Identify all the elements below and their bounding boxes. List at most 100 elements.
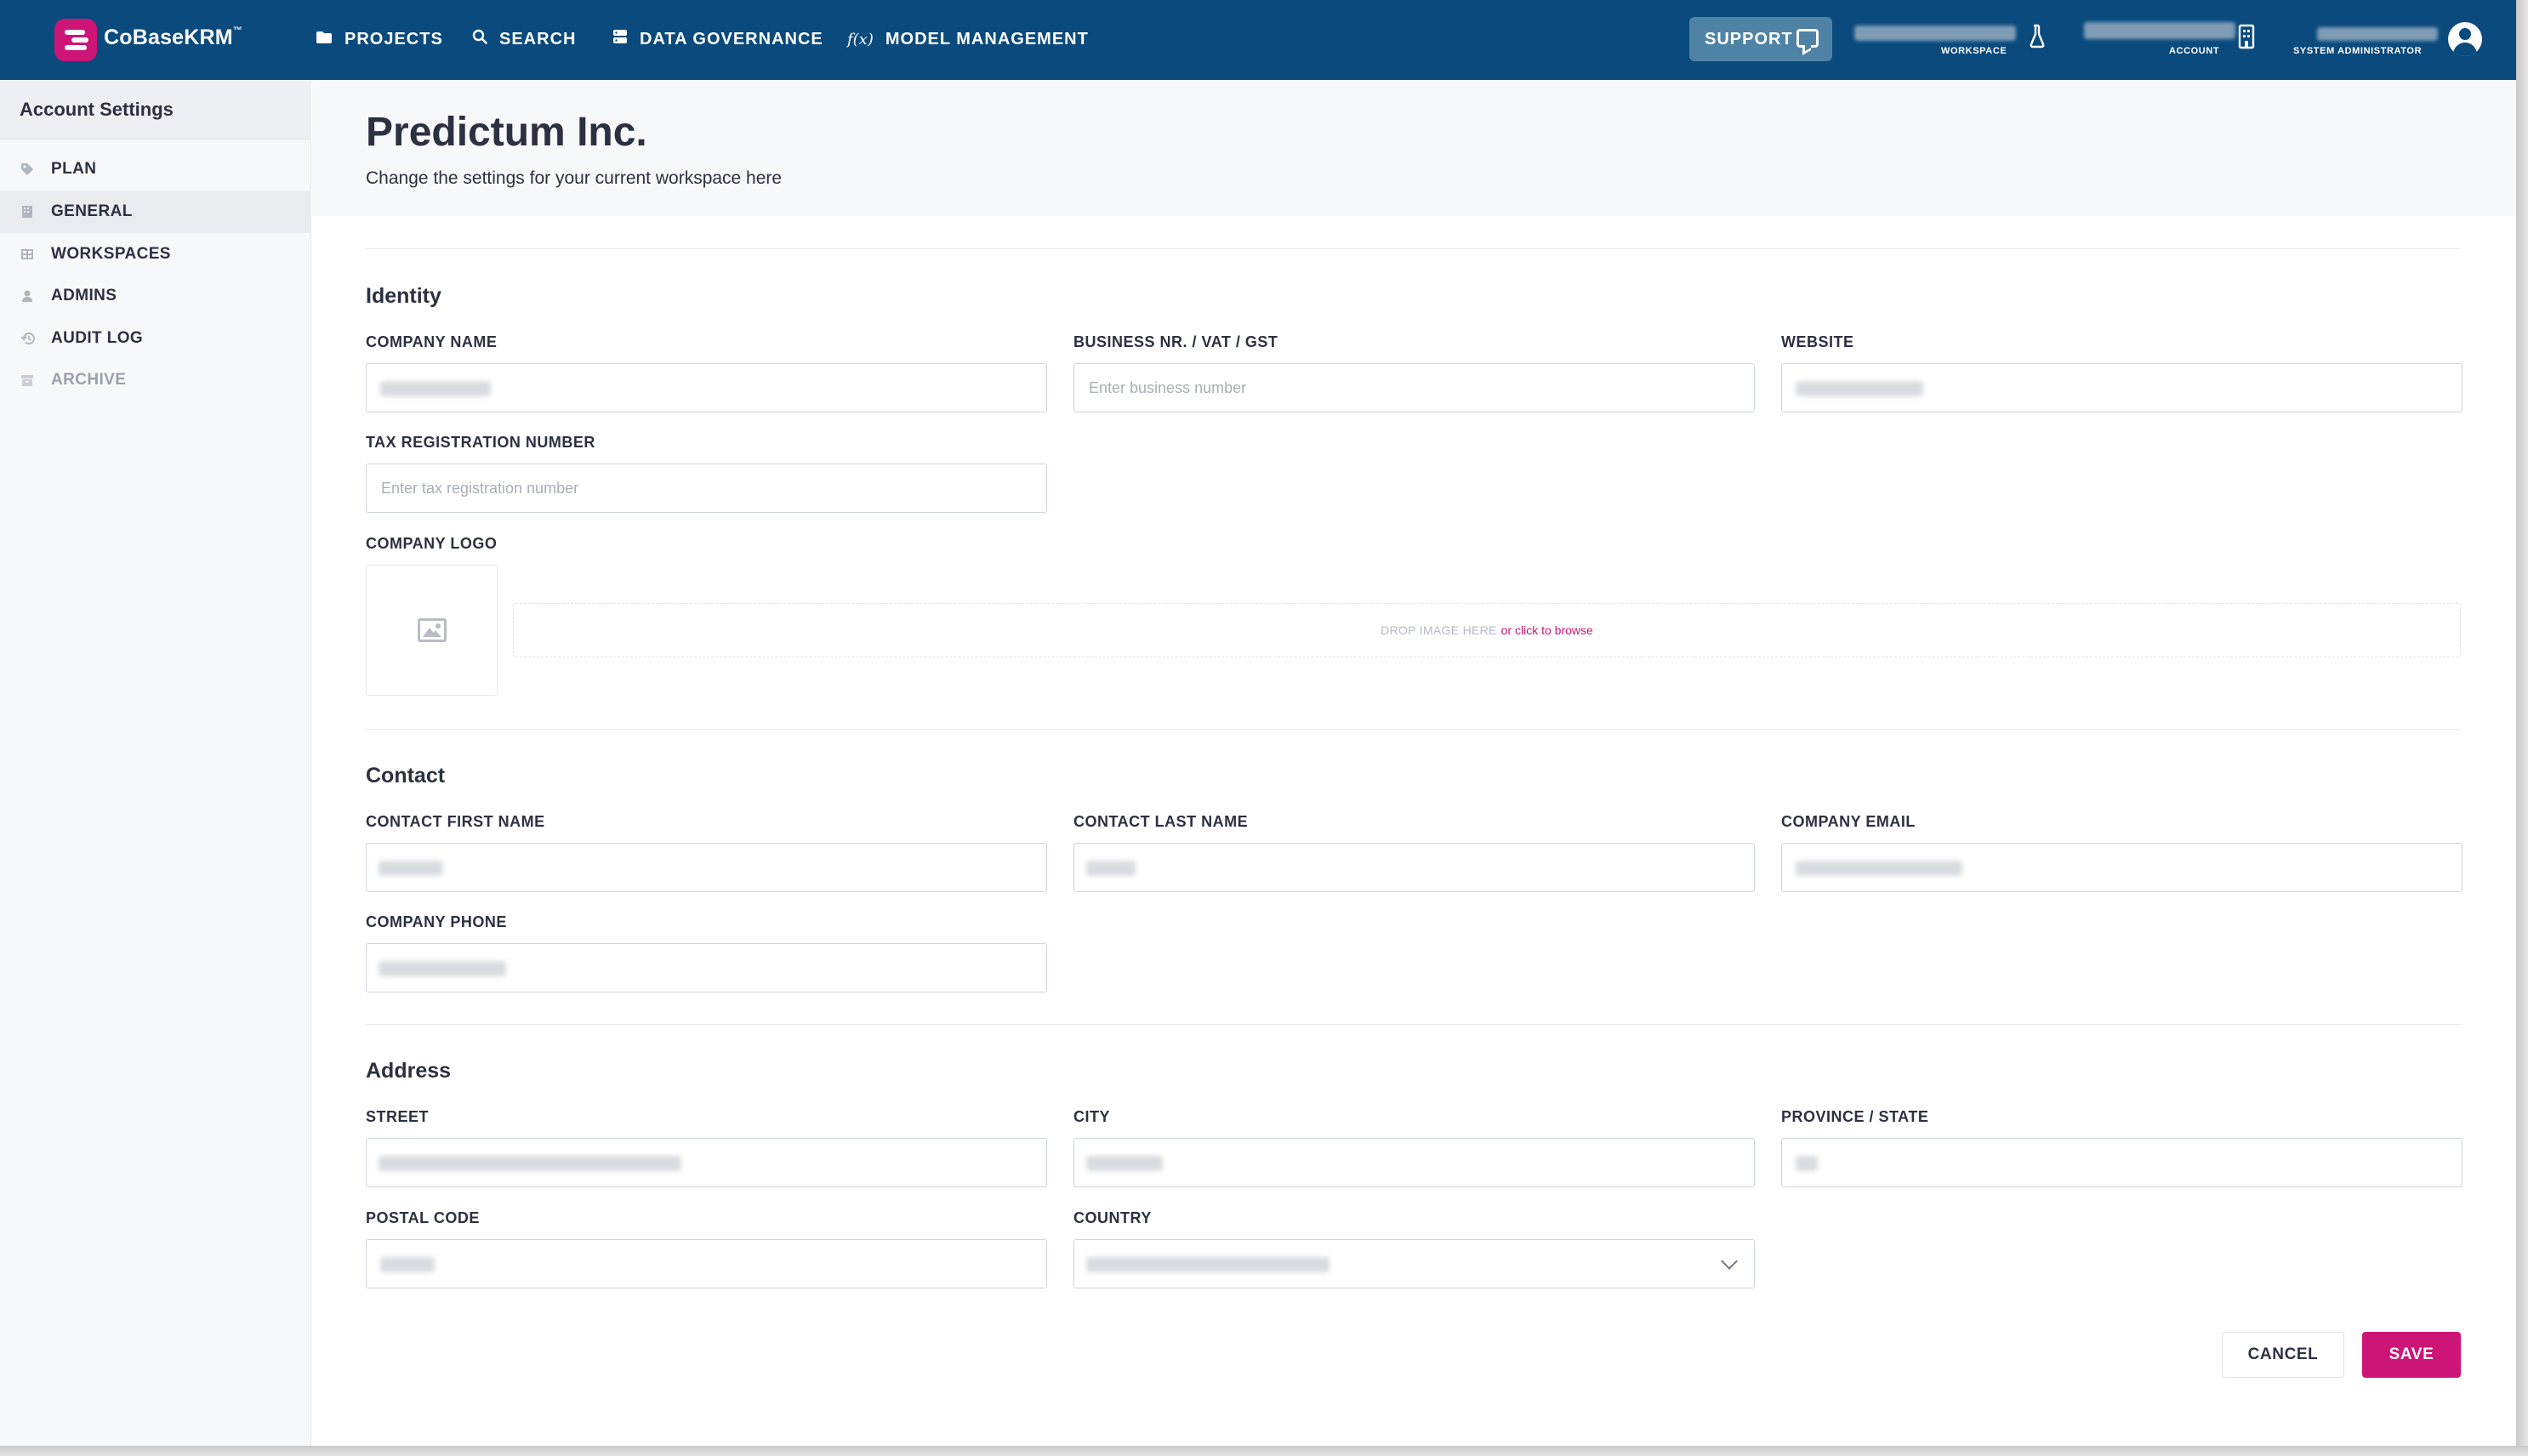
page-header: Predictum Inc. Change the settings for y… xyxy=(312,80,2516,216)
account-selector[interactable]: ACCOUNT xyxy=(2081,17,2259,61)
company-phone-value-redacted xyxy=(379,961,506,976)
tax-registration-input[interactable] xyxy=(367,464,1046,512)
tax-registration-label: TAX REGISTRATION NUMBER xyxy=(366,434,595,451)
section-divider xyxy=(366,729,2461,730)
nav-data-governance-label: DATA GOVERNANCE xyxy=(640,29,823,48)
postal-code-value-redacted xyxy=(380,1257,435,1272)
sidebar-item-label: PLAN xyxy=(51,160,97,178)
business-number-field[interactable] xyxy=(1073,363,1755,412)
browse-link[interactable]: or click to browse xyxy=(1501,623,1593,637)
sidebar-item-label: WORKSPACES xyxy=(51,245,171,263)
country-select[interactable] xyxy=(1073,1239,1755,1288)
history-icon xyxy=(20,332,35,345)
company-name-value-redacted xyxy=(380,381,491,396)
contact-last-name-value-redacted xyxy=(1086,861,1136,876)
website-label: WEBSITE xyxy=(1781,333,1854,350)
nav-model-management-label: MODEL MANAGEMENT xyxy=(885,29,1089,48)
city-field[interactable] xyxy=(1073,1138,1755,1187)
sidebar-item-archive[interactable]: ARCHIVE xyxy=(0,359,311,401)
tag-icon xyxy=(20,162,34,176)
website-field[interactable] xyxy=(1781,363,2463,412)
business-number-input[interactable] xyxy=(1074,364,1754,412)
section-divider xyxy=(366,1024,2461,1025)
workspace-caption: WORKSPACE xyxy=(1941,46,2007,56)
nav-data-governance[interactable]: DATA GOVERNANCE xyxy=(612,26,823,52)
cancel-button[interactable]: CANCEL xyxy=(2222,1332,2344,1378)
sidebar-title: Account Settings xyxy=(20,99,174,120)
sidebar-item-label: AUDIT LOG xyxy=(51,329,144,347)
building-icon xyxy=(20,205,34,219)
dropzone-text: DROP IMAGE HERE xyxy=(1381,623,1497,637)
city-label: CITY xyxy=(1073,1108,1111,1125)
brand-logo-icon[interactable] xyxy=(54,19,97,61)
section-title-address: Address xyxy=(366,1059,452,1083)
city-value-redacted xyxy=(1086,1156,1163,1171)
nav-model-management[interactable]: f(x) MODEL MANAGEMENT xyxy=(847,26,1089,52)
company-logo-label: COMPANY LOGO xyxy=(366,535,498,552)
company-email-value-redacted xyxy=(1796,861,1962,876)
image-placeholder-icon xyxy=(418,618,447,642)
sidebar-item-plan[interactable]: PLAN xyxy=(0,148,311,191)
user-icon xyxy=(20,289,34,303)
company-phone-field[interactable] xyxy=(366,943,1047,992)
avatar[interactable] xyxy=(2448,22,2482,56)
nav-search[interactable]: SEARCH xyxy=(472,26,576,52)
street-field[interactable] xyxy=(366,1138,1047,1187)
company-name-field[interactable] xyxy=(366,363,1047,412)
postal-code-label: POSTAL CODE xyxy=(366,1209,480,1226)
folder-icon xyxy=(316,30,333,49)
support-button[interactable]: SUPPORT xyxy=(1689,17,1832,61)
nav-projects-label: PROJECTS xyxy=(344,29,443,48)
street-value-redacted xyxy=(379,1156,681,1171)
window-edge xyxy=(0,1446,2528,1456)
top-navigation-bar: CoBaseKRM™ PROJECTS SEARCH DATA GOVERNAN… xyxy=(0,0,2516,80)
province-label: PROVINCE / STATE xyxy=(1781,1108,1929,1125)
province-value-redacted xyxy=(1796,1156,1818,1171)
page-subtitle: Change the settings for your current wor… xyxy=(366,168,783,188)
function-icon: f(x) xyxy=(847,30,874,48)
company-logo-preview xyxy=(366,565,498,696)
contact-first-name-field[interactable] xyxy=(366,843,1047,892)
database-icon xyxy=(612,29,628,49)
chevron-down-icon xyxy=(1721,1253,1738,1270)
page-title: Predictum Inc. xyxy=(366,110,647,155)
company-phone-label: COMPANY PHONE xyxy=(366,913,507,930)
country-label: COUNTRY xyxy=(1073,1209,1152,1226)
nav-projects[interactable]: PROJECTS xyxy=(316,26,443,52)
flask-icon xyxy=(2026,24,2048,54)
sidebar-item-workspaces[interactable]: WORKSPACES xyxy=(0,233,311,276)
brand-name[interactable]: CoBaseKRM™ xyxy=(104,26,242,50)
contact-last-name-field[interactable] xyxy=(1073,843,1755,892)
sidebar-item-label: GENERAL xyxy=(51,202,133,220)
postal-code-field[interactable] xyxy=(366,1239,1047,1288)
province-field[interactable] xyxy=(1781,1138,2463,1187)
sidebar-item-audit-log[interactable]: AUDIT LOG xyxy=(0,317,311,360)
tax-registration-field[interactable] xyxy=(366,464,1047,513)
app-window: CoBaseKRM™ PROJECTS SEARCH DATA GOVERNAN… xyxy=(0,0,2516,1446)
street-label: STREET xyxy=(366,1108,430,1125)
company-name-label: COMPANY NAME xyxy=(366,333,498,350)
section-divider xyxy=(366,248,2461,249)
nav-search-label: SEARCH xyxy=(499,29,577,48)
business-number-label: BUSINESS NR. / VAT / GST xyxy=(1073,333,1278,350)
workspace-name-redacted xyxy=(1854,26,2016,41)
sidebar-item-label: ARCHIVE xyxy=(51,371,127,389)
company-email-field[interactable] xyxy=(1781,843,2463,892)
sidebar-item-admins[interactable]: ADMINS xyxy=(0,275,311,317)
company-email-label: COMPANY EMAIL xyxy=(1781,813,1916,830)
support-button-label: SUPPORT xyxy=(1705,29,1793,48)
user-role-caption: SYSTEM ADMINISTRATOR xyxy=(2293,46,2423,56)
workspace-selector[interactable]: WORKSPACE xyxy=(1851,17,2055,61)
window-edge xyxy=(2516,0,2528,1456)
contact-first-name-value-redacted xyxy=(379,861,443,876)
chat-icon xyxy=(1796,29,1819,48)
main-content: Predictum Inc. Change the settings for y… xyxy=(312,80,2516,1446)
account-caption: ACCOUNT xyxy=(2169,46,2220,56)
account-name-redacted xyxy=(2084,22,2235,39)
save-button[interactable]: SAVE xyxy=(2362,1332,2461,1378)
archive-icon xyxy=(20,373,34,387)
user-name-redacted xyxy=(2317,27,2438,41)
logo-dropzone[interactable]: DROP IMAGE HERE or click to browse xyxy=(513,603,2461,657)
sidebar-item-general[interactable]: GENERAL xyxy=(0,191,311,233)
building-icon xyxy=(2237,24,2256,54)
